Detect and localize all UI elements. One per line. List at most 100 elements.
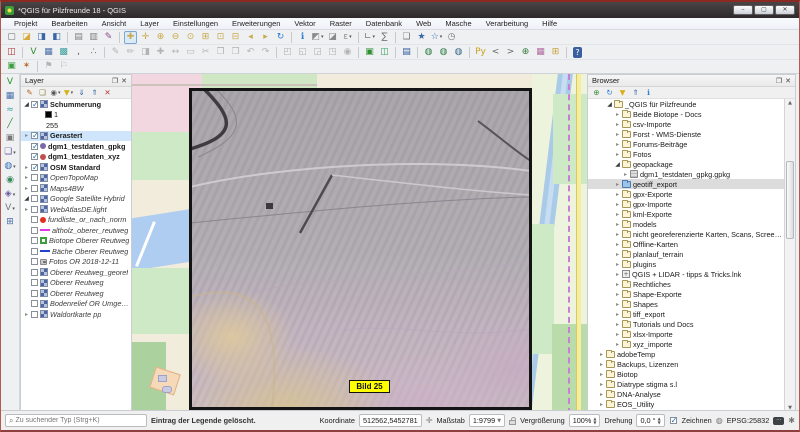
- browser-item[interactable]: ▸Shape-Exporte: [588, 289, 784, 299]
- spinner-arrows-icon[interactable]: ▲▼: [593, 417, 596, 424]
- lock-scale-icon[interactable]: [509, 420, 516, 425]
- tree-expander-icon[interactable]: ▸: [614, 181, 621, 188]
- layer-item[interactable]: Oberer Reutweg: [21, 288, 131, 299]
- layer-visibility-checkbox[interactable]: [31, 185, 38, 192]
- tree-expander-icon[interactable]: ▸: [614, 291, 621, 298]
- browser-item[interactable]: ▸xyz_importe: [588, 339, 784, 349]
- browser-scrollbar[interactable]: ▲ ▼: [784, 99, 795, 413]
- browser-item[interactable]: ▸adobeTemp: [588, 349, 784, 359]
- tree-expander-icon[interactable]: ▸: [598, 391, 605, 398]
- map-tips-button[interactable]: ❏: [400, 31, 413, 44]
- tree-expander-icon[interactable]: ◢: [614, 161, 621, 168]
- select-features-button[interactable]: ◩▾: [311, 31, 324, 44]
- layer-visibility-checkbox[interactable]: [31, 311, 38, 318]
- tree-expander-icon[interactable]: ▸: [622, 171, 629, 178]
- layer-visibility-checkbox[interactable]: [31, 269, 38, 276]
- layer-item[interactable]: Bäche Oberer Reutweg: [21, 246, 131, 257]
- layer-visibility-checkbox[interactable]: [31, 206, 38, 213]
- menu-einstellungen[interactable]: Einstellungen: [166, 19, 225, 28]
- layer-visibility-checkbox[interactable]: [31, 258, 38, 265]
- layer-visibility-checkbox[interactable]: [31, 248, 38, 255]
- layer-visibility-checkbox[interactable]: [31, 132, 38, 139]
- python-console-button[interactable]: Py: [474, 46, 487, 59]
- browser-item[interactable]: ▸DNA-Analyse: [588, 389, 784, 399]
- browser-item[interactable]: ◢_QGIS für Pilzfreunde: [588, 99, 784, 109]
- browser-item[interactable]: ▸plugins: [588, 259, 784, 269]
- zoom-next-button[interactable]: ▸: [259, 31, 272, 44]
- layer-item[interactable]: ▸Gerastert: [21, 131, 131, 142]
- db-manager-button[interactable]: ▤: [400, 46, 413, 59]
- scroll-up-icon[interactable]: ▲: [785, 99, 795, 108]
- browser-item[interactable]: ▸dgm1_testdaten_gpkg.gpkg: [588, 169, 784, 179]
- refresh-browser-button[interactable]: ↻: [604, 87, 615, 98]
- tree-expander-icon[interactable]: ▸: [23, 132, 30, 139]
- layer-item[interactable]: ◢Schummerung: [21, 99, 131, 110]
- browser-item[interactable]: ▸geotiff_export: [588, 179, 784, 189]
- menu-bearbeiten[interactable]: Bearbeiten: [44, 19, 94, 28]
- browser-item[interactable]: ◢geopackage: [588, 159, 784, 169]
- metasearch-button[interactable]: ◍: [422, 46, 435, 59]
- add-selected-layers-button[interactable]: ⊕: [591, 87, 602, 98]
- identify-features-button[interactable]: ℹ: [296, 31, 309, 44]
- tree-expander-icon[interactable]: ▸: [614, 121, 621, 128]
- float-panel-icon[interactable]: ❐: [112, 77, 118, 85]
- layer-item[interactable]: 255: [21, 120, 131, 131]
- filter-legend-button[interactable]: ▼▾: [63, 87, 74, 98]
- tree-expander-icon[interactable]: ◢: [606, 101, 613, 108]
- scrollbar-thumb[interactable]: [786, 161, 794, 239]
- offline-editing-button[interactable]: ◍: [452, 46, 465, 59]
- tree-expander-icon[interactable]: ▸: [23, 174, 30, 181]
- layer-visibility-checkbox[interactable]: [31, 279, 38, 286]
- layer-item[interactable]: Oberer Reutweg_georef: [21, 267, 131, 278]
- menu-masche[interactable]: Masche: [438, 19, 478, 28]
- tree-expander-icon[interactable]: ▸: [614, 251, 621, 258]
- osm-download-button[interactable]: ▣: [363, 46, 376, 59]
- browser-item[interactable]: ▸Shapes: [588, 299, 784, 309]
- filter-browser-button[interactable]: ▼: [617, 87, 628, 98]
- zoom-full-button[interactable]: ⊞: [199, 31, 212, 44]
- georeferencer-button[interactable]: ✶: [20, 60, 33, 73]
- tree-expander-icon[interactable]: ▸: [614, 151, 621, 158]
- browser-item[interactable]: ▸nicht georeferenzierte Karten, Scans, S…: [588, 229, 784, 239]
- messages-icon[interactable]: ···: [773, 417, 784, 425]
- layer-visibility-checkbox[interactable]: [31, 153, 38, 160]
- tree-expander-icon[interactable]: ▸: [614, 261, 621, 268]
- layer-item[interactable]: Fotos OR 2018-12-11: [21, 257, 131, 268]
- manage-map-themes-button[interactable]: ◉▾: [50, 87, 61, 98]
- add-delimited-text-layer-button[interactable]: ,: [72, 46, 85, 59]
- browser-item[interactable]: ▸Forst - WMS-Dienste: [588, 129, 784, 139]
- add-grid-layer-button[interactable]: ⊞: [4, 216, 17, 229]
- select-by-expression-button[interactable]: ε▾: [341, 31, 354, 44]
- menu-ansicht[interactable]: Ansicht: [95, 19, 134, 28]
- browser-item[interactable]: ▸gpx-Importe: [588, 199, 784, 209]
- add-group-button[interactable]: ❏: [37, 87, 48, 98]
- close-button[interactable]: ✕: [775, 5, 795, 15]
- remove-layer-button[interactable]: ✕: [102, 87, 113, 98]
- close-panel-icon[interactable]: ✕: [785, 77, 791, 85]
- new-line-layer-button[interactable]: ╱: [4, 118, 17, 131]
- tree-expander-icon[interactable]: ▸: [614, 341, 621, 348]
- menu-verarbeitung[interactable]: Verarbeitung: [479, 19, 536, 28]
- zoom-native-button[interactable]: ⊙: [184, 31, 197, 44]
- menu-raster[interactable]: Raster: [323, 19, 359, 28]
- layer-visibility-checkbox[interactable]: [31, 101, 38, 108]
- browser-item[interactable]: ▸Beide Biotope - Docs: [588, 109, 784, 119]
- extent-icon[interactable]: ✛: [426, 416, 433, 425]
- crs-status[interactable]: EPSG:25832: [727, 416, 770, 425]
- add-vector-layer-button[interactable]: V: [27, 46, 40, 59]
- browser-item[interactable]: ▸kml-Exporte: [588, 209, 784, 219]
- tree-expander-icon[interactable]: ▸: [614, 131, 621, 138]
- expand-all-button[interactable]: ⇓: [76, 87, 87, 98]
- layer-visibility-checkbox[interactable]: [31, 164, 38, 171]
- tree-expander-icon[interactable]: ▸: [598, 401, 605, 408]
- tree-expander-icon[interactable]: ▸: [614, 211, 621, 218]
- menu-vektor[interactable]: Vektor: [287, 19, 322, 28]
- save-project-as-button[interactable]: ◧: [50, 31, 63, 44]
- rotation-spinbox[interactable]: 0,0 ° ▲▼: [636, 414, 664, 427]
- tree-expander-icon[interactable]: ▸: [23, 185, 30, 192]
- browser-item[interactable]: ▸Biotop: [588, 369, 784, 379]
- browser-item[interactable]: ▸models: [588, 219, 784, 229]
- tree-expander-icon[interactable]: ▸: [614, 111, 621, 118]
- show-bookmarks-button[interactable]: ☆▾: [430, 31, 443, 44]
- layer-item[interactable]: ▸OSM Standard: [21, 162, 131, 173]
